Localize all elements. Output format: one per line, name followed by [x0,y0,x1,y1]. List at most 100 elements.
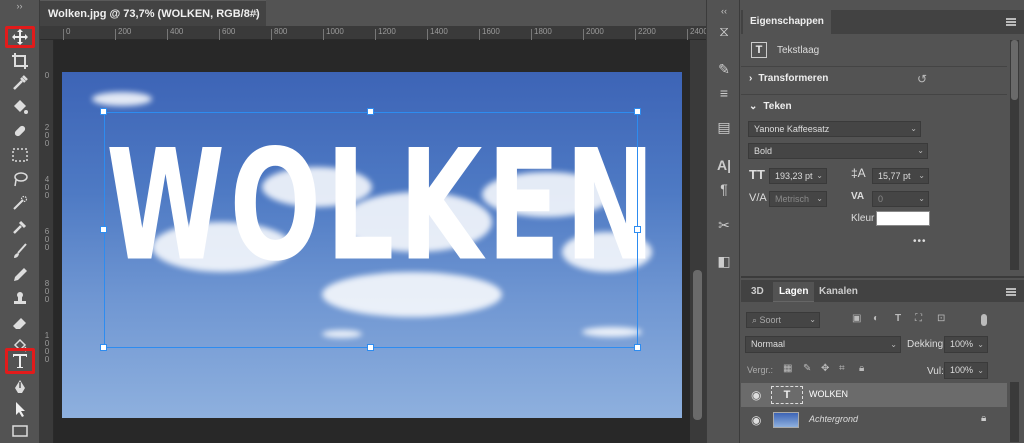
brush-tool-button[interactable] [5,240,35,262]
chevron-down-icon: ⌄ [917,146,924,155]
visibility-eye-icon[interactable]: ◉ [751,413,761,427]
lock-all-icon[interactable]: 🔒︎ [859,363,864,374]
panel-menu-icon[interactable] [1006,18,1016,26]
move-tool-button[interactable] [5,26,35,48]
tab-3d[interactable]: 3D [745,282,770,302]
transform-handle[interactable] [634,344,641,351]
layer-kind-label: Tekstlaag [777,45,820,56]
layers-scrollbar[interactable] [1010,382,1019,442]
pencil-tool-button[interactable] [5,264,35,286]
adjustments-icon[interactable]: ≡ [715,84,733,102]
type-tool-button[interactable] [5,348,35,374]
reset-icon[interactable]: ↺ [917,72,927,86]
transform-handle[interactable] [100,226,107,233]
chevron-down-icon: ⌄ [816,171,823,180]
character-section-header[interactable]: ⌄ Teken [741,94,1007,120]
filter-toggle-icon[interactable] [981,314,987,326]
eyedropper-tool-button[interactable] [5,72,35,94]
dock-collapse-icon[interactable]: ‹‹ [715,2,733,20]
chevron-down-icon: ⌄ [977,366,984,375]
kerning-select[interactable]: Metrisch ⌄ [769,191,827,207]
leading-field[interactable]: 15,77 pt ⌄ [872,168,929,184]
fill-field[interactable]: 100% ⌄ [944,362,988,379]
paragraph-icon[interactable]: ¶ [715,180,733,198]
document-tab[interactable]: Wolken.jpg @ 73,7% (WOLKEN, RGB/8#) * × [40,0,266,46]
layer-row-wolken[interactable]: ◉ T WOLKEN [741,383,1007,407]
opacity-value: 100% [950,339,974,349]
crop-tool-button[interactable] [5,50,35,72]
transform-handle[interactable] [100,108,107,115]
scrollbar-thumb[interactable] [1011,40,1018,100]
pen-tool-button[interactable] [5,376,35,398]
transform-handle[interactable] [367,108,374,115]
panel-dock: ‹‹ ⧖ ✎ ≡ ▤ A| ¶ ✂ ◧ [706,0,740,443]
eraser-tool-button[interactable] [5,312,35,334]
layer-row-achtergrond[interactable]: ◉ Achtergrond 🔒︎ [741,408,1007,432]
ruler-label: 1200 [375,27,396,41]
transform-section-header[interactable]: › Transformeren [741,66,1007,92]
lock-icon: 🔒︎ [981,413,987,424]
lock-transparent-icon[interactable]: ▦ [783,363,792,374]
visibility-eye-icon[interactable]: ◉ [751,388,761,402]
stamp-tool-button[interactable] [5,288,35,310]
cloud [92,92,152,106]
lock-image-icon[interactable]: ✎ [803,363,811,374]
type-icon [13,354,27,368]
transform-handle[interactable] [367,344,374,351]
rectangle-tool-button[interactable] [5,420,35,442]
text-bounding-box[interactable] [104,112,638,348]
opacity-field[interactable]: 100% ⌄ [944,336,988,353]
font-style-select[interactable]: Bold ⌄ [748,143,928,159]
ruler-label: 6 0 0 [44,227,50,252]
brush-settings-icon[interactable]: ✎ [715,60,733,78]
path-select-tool-button[interactable] [5,398,35,420]
filter-shape-icon[interactable]: ⛶ [915,313,922,324]
ruler-label: 1 0 0 0 [44,331,50,364]
layer-filter-select[interactable]: ⌕ Soort ⌄ [746,312,820,328]
filter-adjustment-icon[interactable]: ◐ [873,313,879,324]
vertical-ruler: 0 2 0 0 4 0 0 6 0 0 8 0 0 1 0 0 0 [40,40,54,443]
more-options-icon[interactable]: ••• [913,236,927,247]
properties-scrollbar[interactable] [1010,40,1019,270]
scrollbar-thumb[interactable] [693,270,702,420]
clone-source-icon[interactable]: ▤ [715,118,733,136]
marquee-tool-button[interactable] [5,144,35,166]
paint-bucket-tool-button[interactable] [5,96,35,118]
transform-handle[interactable] [634,108,641,115]
tools-icon[interactable]: ✂ [715,216,733,234]
history-icon[interactable]: ⧖ [715,22,733,40]
move-icon [12,29,28,45]
panel-menu-icon[interactable] [1006,288,1016,296]
lasso-tool-button[interactable] [5,168,35,190]
font-size-field[interactable]: 193,23 pt ⌄ [769,168,827,184]
chevron-right-icon: › [749,73,753,84]
tab-layers[interactable]: Lagen [773,282,815,302]
blend-mode-select[interactable]: Normaal ⌄ [745,336,901,353]
stamp-icon [14,292,26,304]
libraries-icon[interactable]: ◧ [715,252,733,270]
toolbar-collapse[interactable]: ›› [0,0,39,14]
transform-handle[interactable] [634,226,641,233]
canvas-scrollbar[interactable] [690,40,706,443]
ruler-label: 8 0 0 [44,279,50,304]
font-family-select[interactable]: Yanone Kaffeesatz ⌄ [748,121,921,137]
quick-select-tool-button[interactable] [5,192,35,214]
close-tab-icon[interactable]: × [252,1,258,27]
lock-position-icon[interactable]: ✥ [821,363,829,374]
text-color-swatch[interactable] [876,211,930,226]
tab-properties[interactable]: Eigenschappen [743,10,831,34]
lock-artboard-icon[interactable]: ⌗ [839,363,845,374]
pen-icon [15,380,25,393]
character-icon[interactable]: A| [715,156,733,174]
filter-smart-object-icon[interactable]: ⊡ [937,313,945,324]
eyedropper-icon [13,75,28,90]
transform-handle[interactable] [100,344,107,351]
tracking-select[interactable]: 0 ⌄ [872,191,929,207]
filter-pixel-icon[interactable]: ▣ [852,313,861,324]
color-sampler-tool-button[interactable] [5,216,35,238]
healing-brush-tool-button[interactable] [5,120,35,142]
tab-channels[interactable]: Kanalen [813,282,864,302]
tracking-icon: VA [851,191,865,202]
filter-type-icon[interactable]: T [895,313,901,324]
font-size-value: 193,23 pt [775,171,813,181]
